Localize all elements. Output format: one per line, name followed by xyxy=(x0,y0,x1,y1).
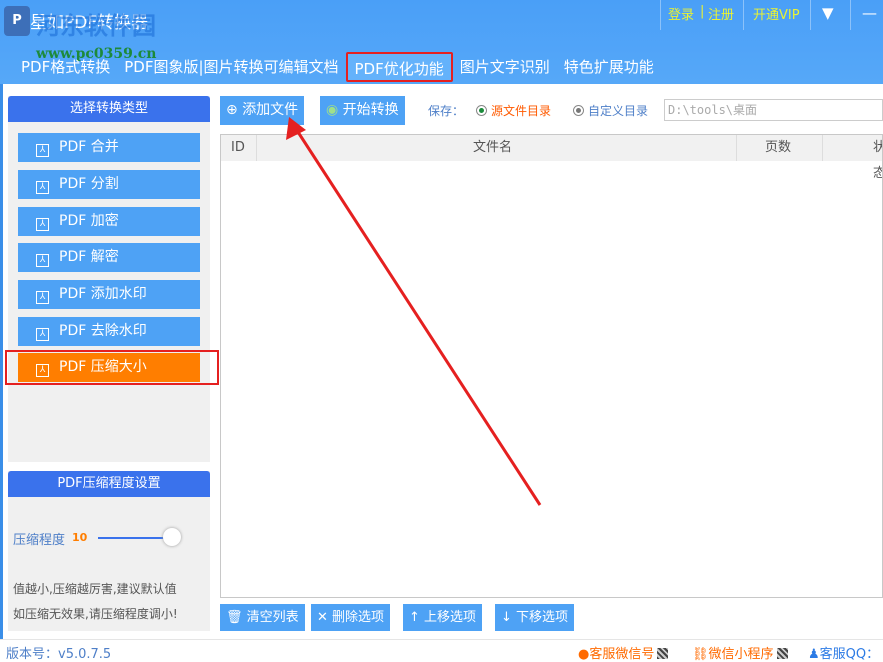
pdf-icon: ⅄ xyxy=(36,254,49,267)
qr-icon[interactable] xyxy=(776,648,788,659)
column-status[interactable]: 状态 xyxy=(873,135,882,187)
hint-text: 如压缩无效果,请压缩程度调小! xyxy=(13,607,178,621)
pdf-icon: ⅄ xyxy=(36,181,49,194)
vip-link[interactable]: 开通VIP xyxy=(753,4,800,23)
delete-item-button[interactable]: ✕ 删除选项 xyxy=(311,604,391,631)
radio-icon xyxy=(573,105,584,116)
label: 客服微信号 xyxy=(589,647,655,662)
arrow-up-icon: ↑ xyxy=(409,610,420,625)
table-header: ID 文件名 页数 状态 xyxy=(221,135,882,181)
separator: | xyxy=(700,4,705,19)
column-filename[interactable]: 文件名 xyxy=(473,135,512,161)
label: 上移选项 xyxy=(424,610,477,625)
qq-link[interactable]: ♟客服QQ： xyxy=(808,643,879,662)
output-path-input[interactable]: D:\tools\桌面 xyxy=(664,99,883,121)
divider xyxy=(810,0,811,30)
radio-icon xyxy=(476,105,487,116)
divider xyxy=(660,0,661,30)
tab-ocr[interactable]: 图片文字识别 xyxy=(453,52,557,82)
divider xyxy=(256,135,257,161)
label: 开始转换 xyxy=(342,102,399,118)
pdf-encrypt-button[interactable]: ⅄ PDF 加密 xyxy=(18,207,200,236)
label: PDF 解密 xyxy=(59,249,119,265)
watermark: 河东软件园 xyxy=(36,12,156,40)
tab-pdf-optimize[interactable]: PDF优化功能 xyxy=(345,52,453,82)
pdf-icon: ⅄ xyxy=(36,218,49,231)
status-bar: 版本号：v5.0.7.5 ●客服微信号 ⛓微信小程序 ♟客服QQ： xyxy=(0,639,883,662)
label: 下移选项 xyxy=(516,610,569,625)
label: 客服QQ： xyxy=(819,647,880,662)
label: PDF 添加水印 xyxy=(59,286,147,302)
divider xyxy=(743,0,744,30)
compression-label: 压缩程度 xyxy=(13,533,66,548)
file-table: ID 文件名 页数 状态 xyxy=(220,134,883,598)
tab-pdf-format[interactable]: PDF格式转换 xyxy=(14,52,117,82)
main-tabs: PDF格式转换 PDF图象版|图片转换可编辑文档 PDF优化功能 图片文字识别 … xyxy=(14,52,661,82)
app-logo: P xyxy=(4,6,30,36)
label: 删除选项 xyxy=(332,610,385,625)
minimize-icon[interactable]: — xyxy=(862,4,877,22)
panel-title: PDF压缩程度设置 xyxy=(8,471,210,497)
label: 源文件目录 xyxy=(491,104,552,118)
plus-circle-icon: ⊕ xyxy=(226,102,238,118)
divider xyxy=(822,135,823,161)
annotation-highlight xyxy=(5,350,219,385)
login-link[interactable]: 登录 xyxy=(668,4,694,23)
slider-handle[interactable] xyxy=(163,528,181,546)
radio-custom-dir[interactable]: 自定义目录 xyxy=(573,102,648,119)
panel-title: 选择转换类型 xyxy=(8,96,210,122)
record-icon: ◉ xyxy=(326,102,339,118)
label: PDF 去除水印 xyxy=(59,323,147,339)
version-label: 版本号：v5.0.7.5 xyxy=(6,647,112,662)
start-convert-button[interactable]: ◉ 开始转换 xyxy=(320,96,405,125)
arrow-down-icon: ↓ xyxy=(501,610,512,625)
pdf-icon: ⅄ xyxy=(36,328,49,341)
tab-pdf-image[interactable]: PDF图象版|图片转换可编辑文档 xyxy=(117,52,345,82)
pdf-icon: ⅄ xyxy=(36,291,49,304)
compression-slider[interactable] xyxy=(98,537,170,539)
title-bar: P 星如PDF转换器 河东软件园 www.pc0359.cn 登录 | 注册 开… xyxy=(0,0,883,84)
divider xyxy=(850,0,851,30)
label: PDF 分割 xyxy=(59,176,119,192)
label: PDF 合并 xyxy=(59,139,119,155)
move-down-button[interactable]: ↓ 下移选项 xyxy=(495,604,575,631)
trash-icon: 🗑 xyxy=(226,610,243,625)
pdf-split-button[interactable]: ⅄ PDF 分割 xyxy=(18,170,200,199)
pdf-decrypt-button[interactable]: ⅄ PDF 解密 xyxy=(18,243,200,272)
label: 微信小程序 xyxy=(708,647,774,662)
clear-list-button[interactable]: 🗑 清空列表 xyxy=(220,604,305,631)
compression-panel: PDF压缩程度设置 压缩程度 10 值越小,压缩越厉害,建议默认值 如压缩无效果… xyxy=(8,471,210,631)
add-file-button[interactable]: ⊕ 添加文件 xyxy=(220,96,305,125)
label: 自定义目录 xyxy=(588,104,649,118)
register-link[interactable]: 注册 xyxy=(708,4,734,23)
menu-icon[interactable]: ▼ xyxy=(822,4,834,22)
pdf-icon: ⅄ xyxy=(36,144,49,157)
label: PDF 加密 xyxy=(59,213,119,229)
qr-icon[interactable] xyxy=(657,648,669,659)
wechat-icon: ● xyxy=(578,647,590,662)
radio-source-dir[interactable]: 源文件目录 xyxy=(476,102,551,119)
label: 清空列表 xyxy=(246,610,299,625)
wechat-link[interactable]: ●客服微信号 xyxy=(578,643,669,662)
column-id[interactable]: ID xyxy=(231,135,245,161)
pdf-merge-button[interactable]: ⅄ PDF 合并 xyxy=(18,133,200,162)
divider xyxy=(736,135,737,161)
qq-icon: ♟ xyxy=(808,647,820,662)
tab-extensions[interactable]: 特色扩展功能 xyxy=(557,52,661,82)
x-icon: ✕ xyxy=(317,610,328,625)
link-icon: ⛓ xyxy=(692,647,709,662)
hint-text: 值越小,压缩越厉害,建议默认值 xyxy=(13,582,177,596)
pdf-remove-watermark-button[interactable]: ⅄ PDF 去除水印 xyxy=(18,317,200,346)
save-label: 保存： xyxy=(428,104,465,118)
column-pages[interactable]: 页数 xyxy=(765,135,791,161)
miniprogram-link[interactable]: ⛓微信小程序 xyxy=(692,643,788,662)
move-up-button[interactable]: ↑ 上移选项 xyxy=(403,604,483,631)
pdf-add-watermark-button[interactable]: ⅄ PDF 添加水印 xyxy=(18,280,200,309)
label: 添加文件 xyxy=(242,102,299,118)
compression-value: 10 xyxy=(72,531,88,544)
